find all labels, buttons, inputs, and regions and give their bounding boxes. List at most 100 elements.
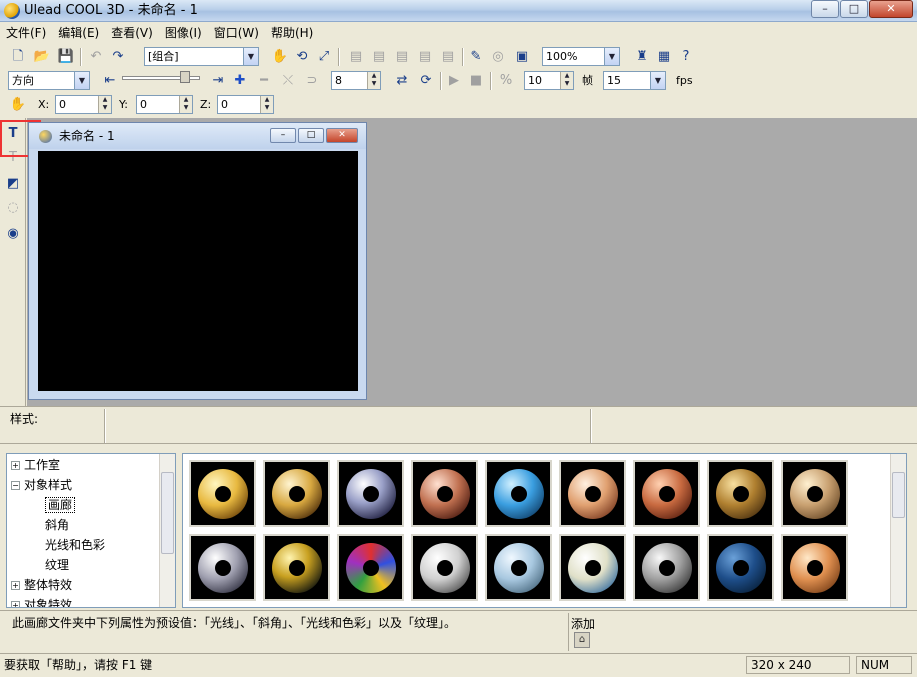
document-close-button[interactable]: ✕: [326, 128, 358, 143]
last-frame-icon[interactable]: ⇥: [208, 71, 228, 91]
paint-icon[interactable]: ✎: [466, 47, 486, 67]
close-button[interactable]: ✕: [869, 0, 913, 18]
gallery-thumbnail[interactable]: [411, 534, 478, 601]
gallery-thumbnail[interactable]: [781, 460, 848, 527]
new-file-icon[interactable]: 🗋: [8, 47, 28, 67]
save-icon[interactable]: 💾: [56, 47, 76, 67]
direction-combo[interactable]: 方向 ▼: [8, 71, 90, 90]
gallery-thumbnail[interactable]: [189, 534, 256, 601]
gallery-thumbnail[interactable]: [559, 534, 626, 601]
redo-icon[interactable]: ↷: [108, 47, 128, 67]
zoom-combo[interactable]: 100% ▼: [542, 47, 620, 66]
fps-combo[interactable]: 15 ▼: [603, 71, 666, 90]
gallery-thumbnail[interactable]: [485, 534, 552, 601]
document-maximize-button[interactable]: □: [298, 128, 324, 143]
tree-item-object-style[interactable]: − 对象样式: [11, 476, 72, 494]
gallery-thumbnail[interactable]: [411, 460, 478, 527]
gallery-icon[interactable]: ▦: [654, 47, 674, 67]
gallery-thumbnail[interactable]: [189, 460, 256, 527]
spinner-arrows-icon[interactable]: ▲ ▼: [367, 72, 380, 89]
gallery-scrollbar-thumb[interactable]: [892, 472, 905, 518]
expand-icon[interactable]: +: [11, 601, 20, 607]
tree-item-gallery[interactable]: 画廊: [45, 496, 76, 514]
tree-item-light-color[interactable]: 光线和色彩: [45, 536, 105, 554]
tree-scrollbar[interactable]: [159, 454, 175, 607]
globe-icon[interactable]: ◎: [488, 47, 508, 67]
hand-move-icon[interactable]: ✋: [270, 47, 290, 67]
document-title-bar[interactable]: 未命名 - 1 – □ ✕: [29, 123, 366, 149]
add-to-gallery-icon[interactable]: ⌂: [574, 632, 590, 648]
gallery-thumbnail[interactable]: [707, 460, 774, 527]
smooth-icon[interactable]: ⊃: [302, 71, 322, 91]
first-frame-icon[interactable]: ⇤: [100, 71, 120, 91]
gallery-thumbnail[interactable]: [337, 534, 404, 601]
gallery-thumbnail[interactable]: [707, 534, 774, 601]
tree-item-object-fx[interactable]: + 对象特效: [11, 596, 72, 607]
insert-geometry-icon[interactable]: ◉: [3, 224, 23, 244]
tree-item-global-fx[interactable]: + 整体特效: [11, 576, 72, 594]
undo-icon[interactable]: ↶: [86, 47, 106, 67]
tree-item-bevel[interactable]: 斜角: [45, 516, 69, 534]
layer-backward-icon[interactable]: ▤: [392, 47, 412, 67]
spinner-arrows-icon[interactable]: ▲ ▼: [98, 96, 111, 113]
gallery-thumbnail[interactable]: [337, 460, 404, 527]
menu-view[interactable]: 查看(V): [105, 23, 159, 43]
reverse-icon[interactable]: ⤬: [278, 71, 298, 91]
percent-icon[interactable]: %: [496, 71, 516, 91]
tree-scrollbar-thumb[interactable]: [161, 472, 174, 554]
chevron-down-icon[interactable]: ▼: [243, 48, 258, 65]
layer-front-icon[interactable]: ▤: [346, 47, 366, 67]
chevron-down-icon[interactable]: ▼: [604, 48, 619, 65]
chevron-down-icon[interactable]: ▼: [650, 72, 665, 89]
gallery-thumbnail[interactable]: [263, 534, 330, 601]
refresh-icon[interactable]: ⟳: [416, 71, 436, 91]
remove-frame-icon[interactable]: ━: [254, 71, 274, 91]
play-icon[interactable]: ▶: [444, 71, 464, 91]
x-position-field[interactable]: 0 ▲ ▼: [55, 95, 112, 114]
position-mode-icon[interactable]: ✋: [8, 95, 28, 115]
stop-icon[interactable]: ■: [466, 71, 486, 91]
expand-icon[interactable]: +: [11, 581, 20, 590]
app-icon[interactable]: [4, 3, 20, 19]
frames-count-spinner[interactable]: 10 ▲ ▼: [524, 71, 574, 90]
menu-file[interactable]: 文件(F): [0, 23, 52, 43]
minimize-button[interactable]: –: [811, 0, 839, 18]
resize-object-icon[interactable]: ⤢: [314, 47, 334, 67]
gallery-scrollbar[interactable]: [890, 454, 906, 607]
menu-help[interactable]: 帮助(H): [265, 23, 319, 43]
spinner-arrows-icon[interactable]: ▲ ▼: [560, 72, 573, 89]
gallery-thumbnail[interactable]: [263, 460, 330, 527]
rotate-object-icon[interactable]: ⟲: [292, 47, 312, 67]
open-folder-icon[interactable]: 📂: [32, 47, 52, 67]
tree-item-studio[interactable]: + 工作室: [11, 456, 60, 474]
timeline-slider-thumb[interactable]: [180, 71, 190, 83]
help-pointer-icon[interactable]: ?: [676, 47, 696, 67]
gallery-thumbnail[interactable]: [633, 534, 700, 601]
spinner-arrows-icon[interactable]: ▲ ▼: [179, 96, 192, 113]
object-select-combo[interactable]: [组合] ▼: [144, 47, 259, 66]
maximize-button[interactable]: □: [840, 0, 868, 18]
y-position-field[interactable]: 0 ▲ ▼: [136, 95, 193, 114]
group-icon[interactable]: ▤: [438, 47, 458, 67]
menu-window[interactable]: 窗口(W): [208, 23, 265, 43]
insert-shape-icon[interactable]: ◩: [3, 174, 23, 194]
expand-icon[interactable]: +: [11, 461, 20, 470]
text-tool-icon[interactable]: ♜: [632, 47, 652, 67]
canvas[interactable]: [38, 151, 358, 391]
gallery-thumbnail[interactable]: [781, 534, 848, 601]
layer-back-icon[interactable]: ▤: [415, 47, 435, 67]
frame-spinner[interactable]: 8 ▲ ▼: [331, 71, 381, 90]
menu-image[interactable]: 图像(I): [159, 23, 208, 43]
layer-forward-icon[interactable]: ▤: [369, 47, 389, 67]
gallery-thumbnail[interactable]: [559, 460, 626, 527]
gallery-thumbnail[interactable]: [633, 460, 700, 527]
spinner-arrows-icon[interactable]: ▲ ▼: [260, 96, 273, 113]
loop-icon[interactable]: ⇄: [392, 71, 412, 91]
gallery-thumbnail[interactable]: [485, 460, 552, 527]
chevron-down-icon[interactable]: ▼: [74, 72, 89, 89]
document-minimize-button[interactable]: –: [270, 128, 296, 143]
menu-edit[interactable]: 编辑(E): [52, 23, 105, 43]
collapse-icon[interactable]: −: [11, 481, 20, 490]
edit-shape-icon[interactable]: ◌: [3, 198, 23, 218]
z-position-field[interactable]: 0 ▲ ▼: [217, 95, 274, 114]
